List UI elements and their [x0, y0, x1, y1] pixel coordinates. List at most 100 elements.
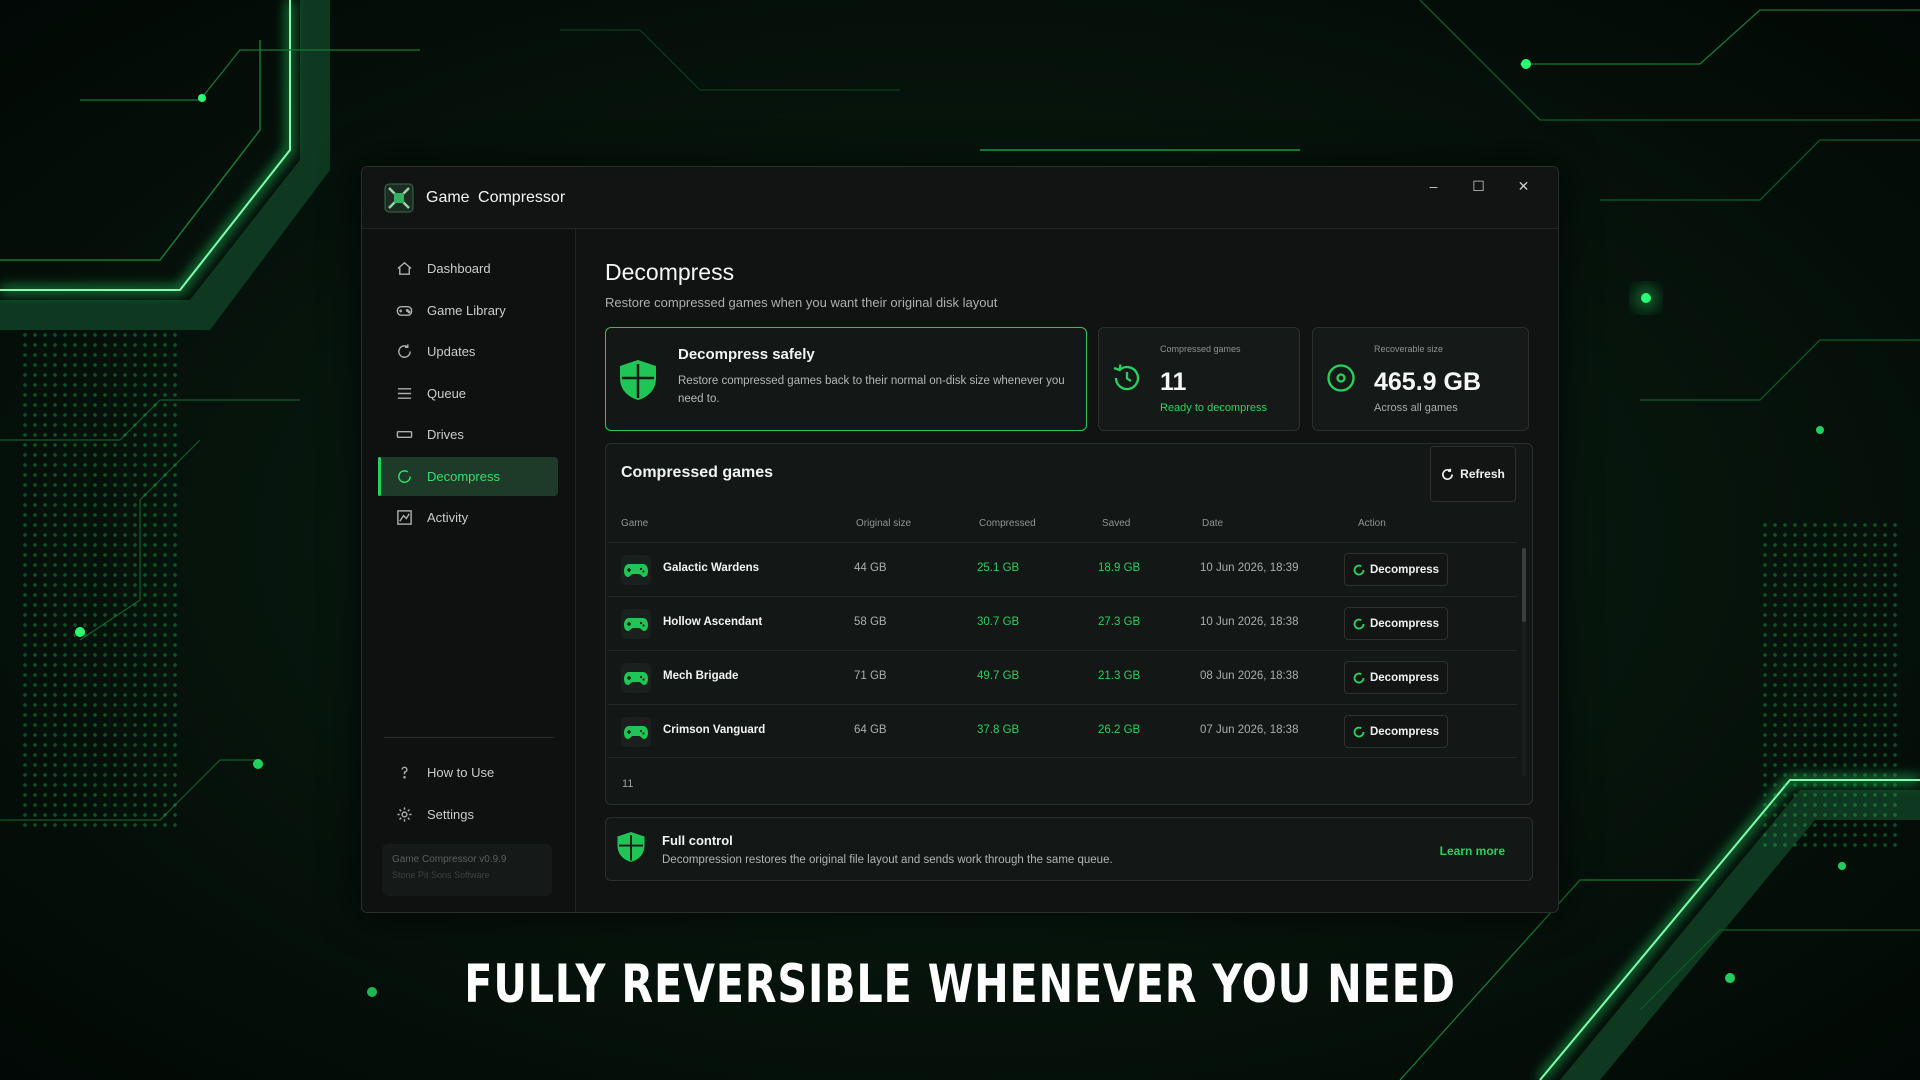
- page-title: Decompress: [605, 259, 735, 285]
- game-controller-icon: [621, 609, 651, 639]
- sidebar-item-label: Settings: [427, 806, 474, 822]
- decompress-button[interactable]: Decompress: [1344, 607, 1448, 640]
- sidebar-item-game-library[interactable]: Game Library: [378, 291, 558, 330]
- saved-size: 27.3 GB: [1098, 616, 1141, 628]
- sidebar-item-label: Updates: [427, 344, 476, 359]
- sidebar-item-settings[interactable]: Settings: [378, 795, 558, 834]
- game-controller-icon: [621, 555, 651, 585]
- decompress-icon: [1353, 618, 1365, 629]
- sidebar-item-updates[interactable]: Updates: [378, 332, 558, 371]
- original-size: 71 GB: [854, 670, 887, 682]
- sidebar-item-activity[interactable]: Activity: [378, 498, 558, 537]
- decompress-button[interactable]: Decompress: [1344, 715, 1448, 748]
- stat-label: Compressed games: [1160, 344, 1241, 354]
- table-row[interactable]: Mech Brigade 71 GB 49.7 GB 21.3 GB 08 Ju…: [608, 650, 1517, 704]
- saved-size: 21.3 GB: [1098, 670, 1141, 682]
- column-header-action: Action: [1358, 518, 1386, 529]
- version-subtitle: Stone Pit Sons Software: [392, 870, 490, 880]
- sidebar-item-label: Drives: [427, 427, 464, 442]
- maximize-button[interactable]: ☐: [1456, 173, 1501, 199]
- close-button[interactable]: ✕: [1501, 173, 1546, 199]
- disk-icon: [1327, 364, 1355, 392]
- saved-size: 18.9 GB: [1098, 562, 1141, 574]
- gamepad-icon: [396, 305, 413, 316]
- scrollbar-thumb[interactable]: [1522, 548, 1526, 622]
- compressed-games-table-card: Compressed games Refresh Game Original s…: [605, 443, 1533, 805]
- decompress-icon: [398, 469, 411, 483]
- date: 10 Jun 2026, 18:39: [1200, 562, 1299, 574]
- full-control-text: Decompression restores the original file…: [662, 854, 1113, 866]
- sidebar-item-label: How to Use: [427, 765, 495, 780]
- game-name: Hollow Ascendant: [663, 616, 763, 628]
- home-icon: [397, 261, 412, 275]
- sidebar-item-drives[interactable]: Drives: [378, 415, 558, 454]
- promo-caption: FULLY REVERSIBLE WHENEVER YOU NEED: [464, 954, 1456, 1015]
- column-header-saved: Saved: [1102, 518, 1131, 529]
- decompress-button[interactable]: Decompress: [1344, 553, 1448, 586]
- table-row[interactable]: Galactic Wardens 44 GB 25.1 GB 18.9 GB 1…: [608, 542, 1517, 596]
- shield-icon: [620, 360, 656, 400]
- sidebar-item-label: Queue: [427, 385, 467, 401]
- stat-note: Across all games: [1374, 402, 1458, 414]
- hero-card: Decompress safely Restore compressed gam…: [605, 327, 1087, 431]
- app-logo-icon: [384, 183, 414, 212]
- minimize-button[interactable]: –: [1411, 173, 1456, 199]
- stat-label: Recoverable size: [1374, 344, 1444, 354]
- refresh-icon: [1442, 468, 1454, 480]
- decompress-button-label: Decompress: [1369, 671, 1440, 684]
- page-subtitle: Restore compressed games when you want t…: [605, 295, 998, 310]
- game-name: Galactic Wardens: [663, 562, 760, 574]
- decompress-icon: [1353, 564, 1365, 575]
- table-row[interactable]: Crimson Vanguard 64 GB 37.8 GB 26.2 GB 0…: [608, 704, 1517, 758]
- history-icon: [1113, 364, 1140, 391]
- list-icon: [397, 387, 412, 399]
- learn-more-link[interactable]: Learn more: [1440, 844, 1505, 858]
- sidebar-item-label: Activity: [427, 510, 469, 525]
- table-scrollbar[interactable]: [1522, 548, 1526, 776]
- column-header-original-size: Original size: [856, 518, 912, 529]
- column-header-game: Game: [621, 518, 649, 529]
- original-size: 44 GB: [854, 562, 887, 574]
- dot-grid-left: [20, 330, 180, 830]
- hero-title: Decompress safely: [678, 346, 815, 363]
- sidebar-item-decompress[interactable]: Decompress: [378, 456, 558, 496]
- title-bar: Game Compressor – ☐ ✕: [362, 167, 1558, 229]
- hero-text: Restore compressed games back to their n…: [678, 375, 1065, 405]
- version-title: Game Compressor v0.9.9: [392, 854, 507, 865]
- game-controller-icon: [621, 717, 651, 747]
- refresh-icon: [398, 344, 411, 358]
- date: 07 Jun 2026, 18:38: [1200, 724, 1299, 736]
- full-control-title: Full control: [662, 833, 733, 848]
- sidebar-bottom-nav: How to Use Settings: [378, 753, 558, 836]
- compressed-size: 37.8 GB: [977, 724, 1020, 736]
- decompress-button-label: Decompress: [1369, 563, 1440, 576]
- dot-grid-right: [1760, 520, 1900, 850]
- date: 08 Jun 2026, 18:38: [1200, 670, 1299, 682]
- stat-card-recoverable-size: Recoverable size 465.9 GB Across all gam…: [1312, 327, 1529, 431]
- compressed-size: 30.7 GB: [977, 616, 1020, 628]
- original-size: 58 GB: [854, 616, 887, 628]
- stat-note: Ready to decompress: [1160, 402, 1267, 414]
- sidebar-item-queue[interactable]: Queue: [378, 374, 558, 413]
- sidebar: Dashboard Game Library Updates Queue Dri…: [362, 229, 576, 912]
- game-name: Crimson Vanguard: [663, 724, 766, 736]
- table-title: Compressed games: [621, 464, 774, 481]
- stat-card-compressed-games: Compressed games 11 Ready to decompress: [1098, 327, 1300, 431]
- decompress-button-label: Decompress: [1369, 617, 1440, 630]
- decompress-button[interactable]: Decompress: [1344, 661, 1448, 694]
- app-title: Game Compressor: [426, 188, 566, 206]
- sidebar-item-how-to-use[interactable]: How to Use: [378, 753, 558, 792]
- question-icon: [401, 766, 408, 779]
- shield-icon: [617, 832, 645, 862]
- full-control-card: Full control Decompression restores the …: [605, 817, 1533, 881]
- app-window: Game Compressor – ☐ ✕ Dashboard Game Lib…: [361, 166, 1559, 913]
- decompress-button-label: Decompress: [1369, 725, 1440, 738]
- gear-icon: [397, 806, 412, 822]
- refresh-label: Refresh: [1460, 467, 1505, 481]
- refresh-button[interactable]: Refresh: [1430, 446, 1516, 502]
- saved-size: 26.2 GB: [1098, 724, 1141, 736]
- decompress-icon: [1353, 726, 1365, 737]
- table-row[interactable]: Hollow Ascendant 58 GB 30.7 GB 27.3 GB 1…: [608, 596, 1517, 650]
- sidebar-item-dashboard[interactable]: Dashboard: [378, 249, 558, 288]
- date: 10 Jun 2026, 18:38: [1200, 616, 1299, 628]
